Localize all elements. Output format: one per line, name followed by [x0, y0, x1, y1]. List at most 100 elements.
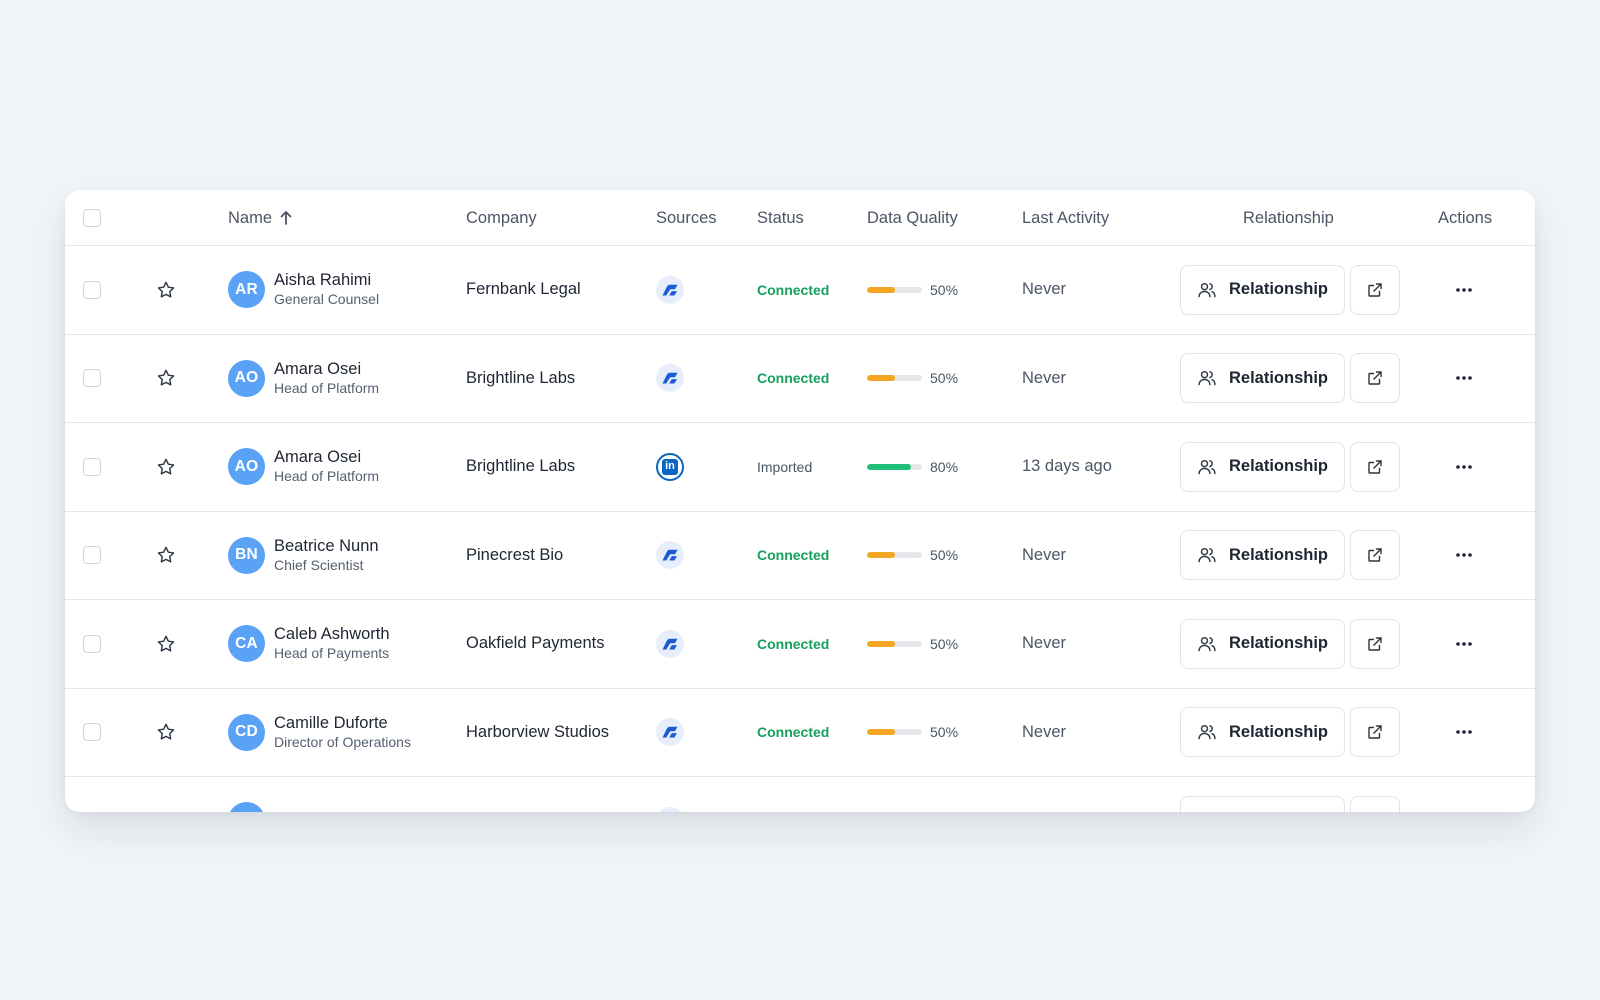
data-quality-track	[867, 640, 922, 647]
select-all-checkbox[interactable]	[83, 209, 101, 227]
open-external-button[interactable]	[1350, 795, 1400, 812]
row-select-cell	[83, 777, 101, 812]
last-activity-cell: Never	[1022, 689, 1066, 777]
open-external-button[interactable]	[1350, 618, 1400, 669]
star-icon[interactable]	[156, 689, 176, 777]
company-cell: Fernbank Legal	[466, 246, 581, 334]
table-row[interactable]: AO Amara Osei Head of Platform Brightlin…	[65, 335, 1535, 423]
data-quality-cell: 80%	[867, 423, 958, 511]
last-activity-cell: 13 days ago	[1022, 423, 1112, 511]
data-quality-fill	[867, 729, 895, 736]
row-select-cell	[83, 600, 101, 688]
more-options-icon[interactable]	[1455, 641, 1473, 647]
contact-cell[interactable]: DW Desmond Wray	[228, 777, 387, 812]
star-icon[interactable]	[156, 423, 176, 511]
row-actions-cell	[1455, 777, 1473, 812]
company-name: Pinecrest Bio	[466, 545, 564, 564]
table-header: Name Company Sources Status Data Quality…	[65, 190, 1535, 246]
open-external-button[interactable]	[1350, 353, 1400, 404]
data-quality-track	[867, 286, 922, 293]
star-icon[interactable]	[156, 777, 176, 812]
row-actions-cell	[1455, 600, 1473, 688]
table-row[interactable]: DW Desmond Wray	[65, 777, 1535, 812]
row-checkbox[interactable]	[83, 634, 101, 653]
external-link-icon	[1366, 635, 1384, 653]
more-options-icon[interactable]	[1455, 287, 1473, 293]
relationship-button[interactable]: Relationship	[1180, 618, 1345, 669]
row-checkbox[interactable]	[83, 369, 101, 388]
row-actions-cell	[1455, 512, 1473, 600]
open-external-button[interactable]	[1350, 707, 1400, 758]
relationship-button[interactable]: Relationship	[1180, 264, 1345, 315]
data-quality-cell: 50%	[867, 512, 958, 600]
contact-name[interactable]: Amara Osei	[274, 359, 379, 379]
contact-name[interactable]: Aisha Rahimi	[274, 270, 379, 290]
source-cell	[656, 246, 684, 334]
more-options-icon[interactable]	[1455, 375, 1473, 381]
last-activity-column-header[interactable]: Last Activity	[1022, 190, 1109, 246]
sources-column-header[interactable]: Sources	[656, 190, 717, 246]
table-row[interactable]: CD Camille Duforte Director of Operation…	[65, 689, 1535, 777]
table-row[interactable]: BN Beatrice Nunn Chief Scientist Pinecre…	[65, 512, 1535, 600]
star-icon[interactable]	[156, 512, 176, 600]
relationship-button[interactable]: Relationship	[1180, 530, 1345, 581]
last-activity-cell: Never	[1022, 246, 1066, 334]
contact-name[interactable]: Beatrice Nunn	[274, 536, 379, 556]
open-external-button[interactable]	[1350, 530, 1400, 581]
relationship-button[interactable]: Relationship	[1180, 441, 1345, 492]
users-icon	[1197, 811, 1217, 812]
more-options-icon[interactable]	[1455, 552, 1473, 558]
relationship-button[interactable]: Relationship	[1180, 795, 1345, 812]
avatar: AR	[228, 271, 265, 309]
contact-name[interactable]: Caleb Ashworth	[274, 624, 390, 644]
star-icon[interactable]	[156, 246, 176, 334]
status-badge: Connected	[757, 635, 830, 652]
company-column-header[interactable]: Company	[466, 190, 537, 246]
data-quality-fill	[867, 552, 895, 559]
table-row[interactable]: AO Amara Osei Head of Platform Brightlin…	[65, 423, 1535, 512]
row-select-cell	[83, 512, 101, 600]
relationship-button[interactable]: Relationship	[1180, 353, 1345, 404]
row-checkbox[interactable]	[83, 723, 101, 742]
open-external-button[interactable]	[1350, 264, 1400, 315]
contact-name[interactable]: Camille Duforte	[274, 713, 411, 733]
source-cell	[656, 512, 684, 600]
contact-cell[interactable]: CA Caleb Ashworth Head of Payments	[228, 600, 390, 688]
open-external-button[interactable]	[1350, 441, 1400, 492]
contact-cell[interactable]: AO Amara Osei Head of Platform	[228, 423, 379, 511]
company-cell: Brightline Labs	[466, 423, 575, 511]
more-options-icon[interactable]	[1455, 464, 1473, 470]
contact-name[interactable]: Desmond Wray	[274, 811, 387, 813]
table-row[interactable]: AR Aisha Rahimi General Counsel Fernbank…	[65, 246, 1535, 335]
contact-cell[interactable]: AO Amara Osei Head of Platform	[228, 335, 379, 423]
data-quality-track	[867, 552, 922, 559]
data-quality-percent: 80%	[930, 458, 959, 475]
row-checkbox[interactable]	[83, 546, 101, 565]
row-checkbox[interactable]	[83, 280, 101, 299]
app-source-icon	[656, 364, 684, 393]
data-quality-percent: 50%	[930, 635, 959, 652]
contact-title: Head of Platform	[274, 468, 380, 485]
data-quality-meter: 50%	[867, 636, 958, 652]
table-row[interactable]: CA Caleb Ashworth Head of Payments Oakfi…	[65, 600, 1535, 689]
company-cell: Brightline Labs	[466, 335, 575, 423]
star-icon[interactable]	[156, 335, 176, 423]
contact-cell[interactable]: AR Aisha Rahimi General Counsel	[228, 246, 379, 334]
relationship-button[interactable]: Relationship	[1180, 707, 1345, 758]
contact-name[interactable]: Amara Osei	[274, 447, 379, 467]
star-icon[interactable]	[156, 600, 176, 688]
contact-cell[interactable]: CD Camille Duforte Director of Operation…	[228, 689, 411, 777]
row-select-cell	[83, 335, 101, 423]
status-column-header[interactable]: Status	[757, 190, 804, 246]
source-cell	[656, 689, 684, 777]
status-badge: Connected	[757, 547, 830, 564]
contact-cell[interactable]: BN Beatrice Nunn Chief Scientist	[228, 512, 379, 600]
more-options-icon[interactable]	[1455, 729, 1473, 735]
data-quality-column-header[interactable]: Data Quality	[867, 190, 958, 246]
name-column-header[interactable]: Name	[228, 190, 293, 246]
avatar: CD	[228, 713, 265, 751]
last-activity-text: Never	[1022, 545, 1067, 564]
row-checkbox[interactable]	[83, 457, 101, 476]
data-quality-track	[867, 729, 922, 736]
linkedin-icon: in	[656, 452, 684, 481]
